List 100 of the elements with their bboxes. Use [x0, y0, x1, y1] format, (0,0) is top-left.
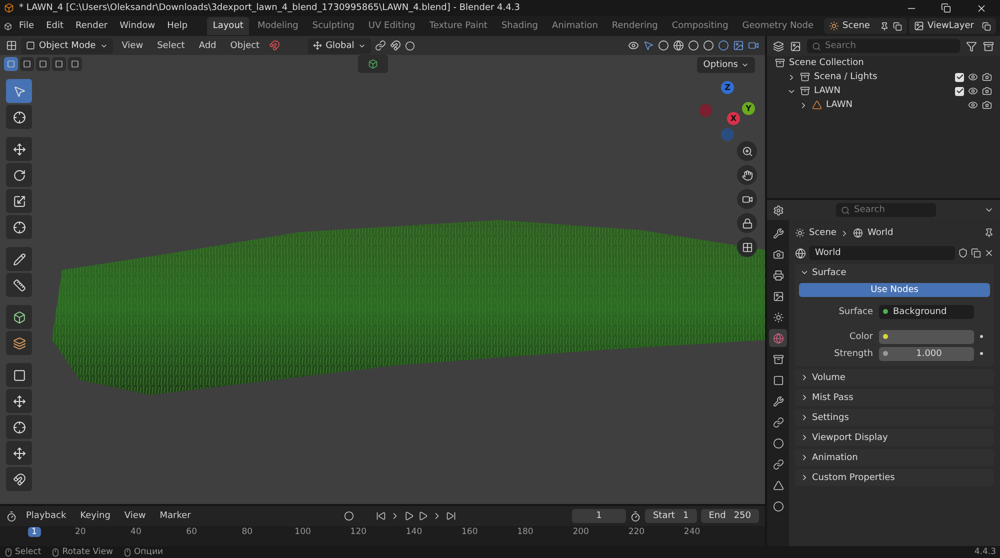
lock-button[interactable]: [737, 213, 757, 233]
properties-tab[interactable]: [769, 329, 787, 347]
bevel-tool-button[interactable]: [6, 389, 32, 413]
play-icon: [418, 511, 428, 521]
selection-mode-button[interactable]: [36, 57, 50, 71]
chevron-right-icon[interactable]: [787, 72, 796, 82]
outliner-item-label[interactable]: LAWN: [814, 86, 841, 96]
expand-button[interactable]: [358, 55, 388, 73]
menu-item[interactable]: Keying: [75, 509, 116, 523]
menu-item[interactable]: Marker: [154, 509, 196, 523]
frame-number: 240: [684, 527, 700, 537]
breadcrumb-item[interactable]: World: [867, 228, 894, 238]
selection-mode-button[interactable]: [20, 57, 34, 71]
spin-tool-button[interactable]: [6, 415, 32, 439]
menu-item[interactable]: Object: [225, 38, 265, 52]
panel-header[interactable]: Custom Properties: [795, 469, 994, 486]
search-field[interactable]: Search: [836, 203, 936, 217]
menu-item[interactable]: File: [14, 19, 40, 33]
breadcrumb-item[interactable]: Scene: [809, 228, 836, 238]
extrude-tool-button[interactable]: [6, 331, 32, 355]
orientation-dropdown[interactable]: Global: [308, 38, 372, 54]
selection-mode-button[interactable]: [4, 57, 18, 71]
menu-item[interactable]: Render: [70, 19, 113, 33]
current-frame-field[interactable]: 1: [572, 509, 626, 523]
view-layer-selector[interactable]: ViewLayer: [908, 18, 996, 34]
shrink-tool-button[interactable]: [6, 441, 32, 465]
workspace-tab[interactable]: Modeling: [251, 17, 304, 35]
keyframe-dot[interactable]: [980, 335, 983, 338]
select-tool-button[interactable]: [6, 79, 32, 103]
search-field[interactable]: Search: [807, 39, 960, 53]
workspace-tab[interactable]: Sculpting: [306, 17, 360, 35]
add-cube-tool-button[interactable]: [6, 305, 32, 329]
selection-mode-button[interactable]: [52, 57, 66, 71]
wrench-icon: [772, 228, 784, 238]
panel-header[interactable]: Surface: [795, 264, 994, 281]
number-field[interactable]: 1.000: [879, 346, 974, 360]
datablock-name-field[interactable]: World: [809, 246, 955, 260]
checkbox[interactable]: [955, 86, 964, 96]
use-nodes-button[interactable]: Use Nodes: [799, 283, 990, 297]
camera-view-button[interactable]: [737, 189, 757, 209]
chevron-right-icon: [800, 473, 809, 482]
panel-header[interactable]: Animation: [795, 449, 994, 466]
outliner-item-label[interactable]: Scene Collection: [789, 58, 864, 68]
grid-button[interactable]: [737, 237, 757, 257]
workspace-tab[interactable]: Compositing: [666, 17, 734, 35]
move-tool-button[interactable]: [6, 137, 32, 161]
restore-icon: [941, 3, 951, 13]
menu-item[interactable]: Help: [162, 19, 193, 33]
menu-item[interactable]: View: [116, 38, 148, 52]
shader-link-field[interactable]: Background: [879, 304, 974, 318]
panel-header[interactable]: Volume: [795, 369, 994, 386]
workspace-tab[interactable]: Geometry Node: [736, 17, 820, 35]
menu-item[interactable]: Add: [194, 38, 222, 52]
workspace-tab[interactable]: Animation: [546, 17, 604, 35]
outliner-item-label[interactable]: Scena / Lights: [814, 72, 878, 82]
color-swatch[interactable]: [879, 330, 974, 344]
eye-icon: [968, 100, 978, 110]
axis-label[interactable]: X: [727, 112, 740, 125]
playhead[interactable]: 1: [28, 527, 41, 537]
zoom-button[interactable]: [737, 141, 757, 161]
menu-item[interactable]: Edit: [41, 19, 69, 33]
menu-item[interactable]: Playback: [21, 509, 72, 523]
menu-item[interactable]: Window: [114, 19, 160, 33]
inset-tool-button[interactable]: [6, 363, 32, 387]
checkbox[interactable]: [955, 72, 964, 82]
axis-label[interactable]: Y: [742, 102, 755, 115]
menu-item[interactable]: View: [119, 509, 151, 523]
start-frame-field[interactable]: Start 1: [644, 509, 697, 523]
lock-icon: [742, 218, 752, 228]
scale-tool-button[interactable]: [6, 189, 32, 213]
cursor-tool-button[interactable]: [6, 105, 32, 129]
3d-viewport[interactable]: Options Z Y X: [0, 55, 765, 504]
workspace-tab[interactable]: Texture Paint: [423, 17, 494, 35]
workspace-tab[interactable]: Shading: [495, 17, 544, 35]
panel-header[interactable]: Mist Pass: [795, 389, 994, 406]
panel-header[interactable]: Settings: [795, 409, 994, 426]
keyframe-dot[interactable]: [980, 352, 983, 355]
outliner-item-label[interactable]: LAWN: [826, 100, 853, 110]
rip-tool-button[interactable]: [6, 467, 32, 491]
panel-header[interactable]: Viewport Display: [795, 429, 994, 446]
axis-label[interactable]: Z: [721, 81, 734, 94]
mode-dropdown[interactable]: Object Mode: [21, 38, 113, 54]
options-dropdown[interactable]: Options: [697, 57, 755, 73]
measure-tool-button[interactable]: [6, 273, 32, 297]
rotate-tool-button[interactable]: [6, 163, 32, 187]
workspace-tab[interactable]: Rendering: [606, 17, 664, 35]
transform-tool-button[interactable]: [6, 215, 32, 239]
annotate-tool-button[interactable]: [6, 247, 32, 271]
menu-item[interactable]: Select: [152, 38, 190, 52]
workspace-tab[interactable]: Layout: [206, 17, 250, 35]
selection-mode-button[interactable]: [68, 57, 82, 71]
chevron-right-icon: [800, 373, 809, 382]
scene-selector[interactable]: Scene: [824, 18, 907, 34]
end-frame-field[interactable]: End 250: [700, 509, 759, 523]
pan-button[interactable]: [737, 165, 757, 185]
chevron-right-icon[interactable]: [799, 100, 808, 110]
axis-dot[interactable]: [721, 128, 734, 141]
workspace-tab[interactable]: UV Editing: [362, 17, 422, 35]
image-icon: [790, 40, 801, 52]
axis-dot[interactable]: [699, 104, 712, 117]
